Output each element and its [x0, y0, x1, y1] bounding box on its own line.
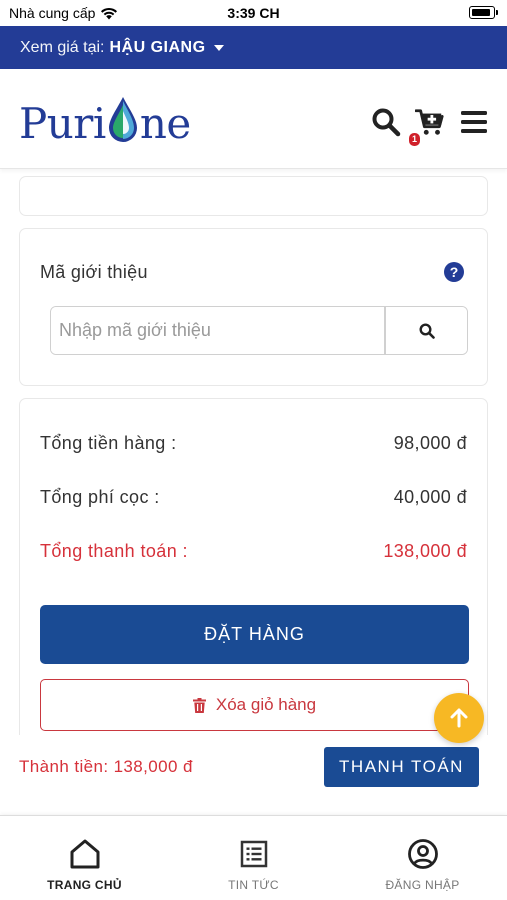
referral-input-group [50, 306, 468, 355]
account-icon [407, 838, 439, 870]
logo-text-right: ne [139, 99, 191, 148]
referral-code-input[interactable] [51, 307, 384, 354]
tab-news[interactable]: TIN TỨC [169, 816, 338, 900]
cart-plus-icon [415, 109, 444, 135]
clear-cart-label: Xóa giỏ hàng [215, 695, 317, 714]
header-actions: 1 [371, 107, 489, 146]
referral-title: Mã giới thiệu [40, 262, 148, 282]
search-button[interactable] [371, 107, 401, 137]
status-time: 3:39 CH [227, 5, 280, 21]
location-prefix: Xem giá tại: [20, 38, 105, 56]
checkout-bar: Thành tiền: 138,000 đ THANH TOÁN [0, 735, 507, 815]
cart-items-card [19, 176, 488, 216]
goods-total-row: Tổng tiền hàng : 98,000 đ [40, 433, 467, 454]
subtotal-text: Thành tiền: 138,000 đ [19, 757, 193, 776]
deposit-total-row: Tổng phí cọc : 40,000 đ [40, 487, 467, 508]
trash-icon [192, 697, 206, 713]
referral-card: Mã giới thiệu ? [19, 228, 488, 386]
grand-total-label: Tổng thanh toán : [40, 541, 188, 561]
grand-total-row: Tổng thanh toán : 138,000 đ [40, 541, 467, 562]
news-icon [238, 838, 270, 870]
location-selector[interactable]: Xem giá tại: HẬU GIANG [0, 26, 507, 69]
search-icon [418, 322, 435, 339]
bottom-tab-bar: TRANG CHỦ TIN TỨC ĐĂNG NHẬP [0, 815, 507, 900]
goods-total-label: Tổng tiền hàng : [40, 433, 177, 453]
tab-news-label: TIN TỨC [228, 878, 279, 892]
caret-down-icon[interactable] [213, 44, 224, 51]
clear-cart-button[interactable]: Xóa giỏ hàng [40, 679, 469, 731]
menu-button[interactable] [459, 107, 489, 137]
logo-text-left: Puri [19, 99, 106, 148]
tab-home-label: TRANG CHỦ [47, 878, 122, 892]
arrow-up-icon [450, 708, 468, 728]
cart-button[interactable]: 1 [409, 107, 445, 146]
purione-logo[interactable]: Puri ne [19, 97, 191, 147]
svg-text:?: ? [450, 264, 459, 280]
status-bar: Nhà cung cấp 3:39 CH [0, 0, 507, 26]
grand-total-value: 138,000 đ [383, 541, 467, 561]
tab-home[interactable]: TRANG CHỦ [0, 816, 169, 900]
cart-count-badge: 1 [409, 133, 420, 146]
battery-icon [469, 6, 498, 19]
scroll-to-top-button[interactable] [434, 693, 484, 743]
goods-total-value: 98,000 đ [393, 433, 467, 453]
search-icon [372, 108, 401, 137]
home-icon [69, 838, 101, 870]
tab-login[interactable]: ĐĂNG NHẬP [338, 816, 507, 900]
water-drop-logo-icon [108, 97, 137, 142]
checkout-button[interactable]: THANH TOÁN [324, 747, 479, 787]
location-city[interactable]: HẬU GIANG [109, 39, 205, 57]
order-summary-card: Tổng tiền hàng : 98,000 đ Tổng phí cọc :… [19, 398, 488, 743]
deposit-total-label: Tổng phí cọc : [40, 487, 160, 507]
referral-search-button[interactable] [384, 307, 467, 354]
tab-login-label: ĐĂNG NHẬP [385, 878, 460, 892]
place-order-button[interactable]: ĐẶT HÀNG [40, 605, 469, 664]
app-header: Puri ne 1 [0, 69, 507, 169]
menu-icon [461, 111, 487, 133]
help-icon[interactable]: ? [443, 261, 465, 283]
deposit-total-value: 40,000 đ [393, 487, 467, 507]
